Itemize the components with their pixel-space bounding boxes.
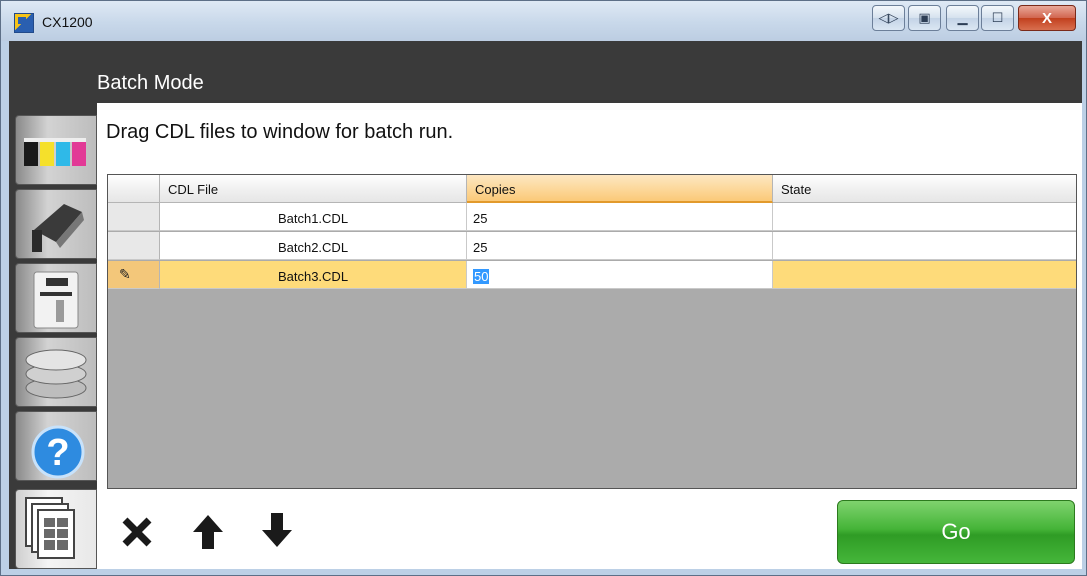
copies-edit-value: 50 <box>473 269 490 284</box>
column-header-state[interactable]: State <box>773 175 1076 203</box>
row-selector[interactable] <box>108 203 160 231</box>
table-row-file-cell[interactable]: Batch3.CDL <box>160 261 467 289</box>
printer-icon <box>33 271 79 329</box>
media-rolls-icon <box>25 349 87 399</box>
ink-cartridges-icon <box>24 138 86 166</box>
batch-grid[interactable]: CDL File Copies State Batch1.CDL 25 Batc… <box>107 174 1077 489</box>
minimize-button[interactable]: ▁ <box>946 5 979 31</box>
close-button[interactable]: X <box>1018 5 1076 31</box>
pencil-edit-icon: ✎ <box>119 266 131 282</box>
sidebar-item-printer-maintenance[interactable] <box>15 189 97 259</box>
restore-arrows-icon[interactable]: ◁▷ <box>872 5 905 31</box>
arrow-down-icon <box>262 513 292 547</box>
table-row-state-cell[interactable] <box>773 203 1076 231</box>
table-row-file-cell[interactable]: Batch2.CDL <box>160 232 467 260</box>
row-header-corner[interactable] <box>108 175 160 203</box>
move-up-button[interactable] <box>191 511 225 551</box>
table-row-copies-cell[interactable]: 25 <box>467 232 773 260</box>
delete-x-icon <box>122 517 152 547</box>
batch-pages-icon <box>25 497 75 559</box>
table-row-state-cell[interactable] <box>773 232 1076 260</box>
row-selector-current[interactable]: ✎ <box>108 261 160 289</box>
table-row-file-cell[interactable]: Batch1.CDL <box>160 203 467 231</box>
maximize-button[interactable]: ☐ <box>981 5 1014 31</box>
app-window: CX1200 ◁▷ ▣ ▁ ☐ X Batch Mode ? Drag CDL … <box>0 0 1087 576</box>
sidebar-item-batch-mode[interactable] <box>15 489 97 569</box>
question-mark-icon: ? <box>31 425 85 479</box>
sidebar-item-printer-status[interactable] <box>15 263 97 333</box>
arrow-up-icon <box>193 515 223 549</box>
printer-head-icon <box>32 204 84 252</box>
table-row-copies-cell[interactable]: 25 <box>467 203 773 231</box>
svg-text:?: ? <box>46 432 69 474</box>
row-selector[interactable] <box>108 232 160 260</box>
instruction-text: Drag CDL files to window for batch run. <box>106 121 454 143</box>
copies-edit-input[interactable]: 50 <box>467 261 773 289</box>
app-logo-icon <box>14 13 34 33</box>
sidebar-item-help[interactable]: ? <box>15 411 97 481</box>
sidebar-item-ink-cartridges[interactable] <box>15 115 97 185</box>
table-row-state-cell[interactable] <box>773 261 1076 289</box>
move-down-button[interactable] <box>260 511 294 551</box>
delete-button[interactable] <box>120 511 154 551</box>
go-button[interactable]: Go <box>837 500 1075 564</box>
title-bar[interactable]: CX1200 ◁▷ ▣ ▁ ☐ X <box>1 1 1086 41</box>
snap-window-icon[interactable]: ▣ <box>908 5 941 31</box>
window-title: CX1200 <box>42 14 93 30</box>
column-header-cdl-file[interactable]: CDL File <box>160 175 467 203</box>
sidebar-item-media-rolls[interactable] <box>15 337 97 407</box>
column-header-copies[interactable]: Copies <box>467 175 773 203</box>
page-title: Batch Mode <box>97 72 204 94</box>
